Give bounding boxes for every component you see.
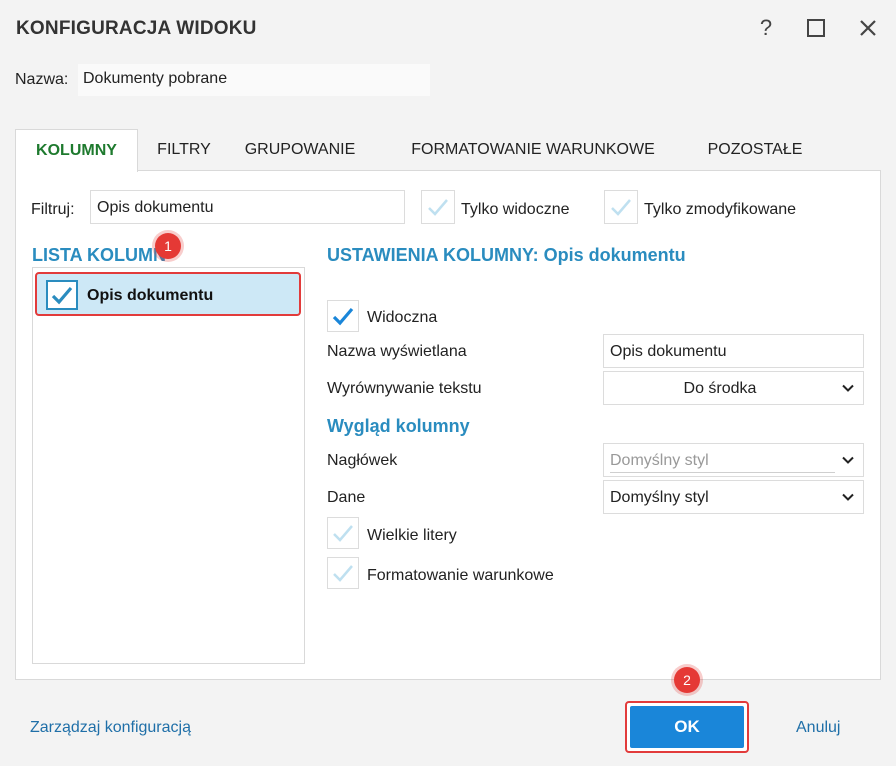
display-name-input[interactable]: Opis dokumentu	[603, 334, 864, 368]
chevron-down-icon	[842, 456, 854, 464]
list-item-label: Opis dokumentu	[87, 287, 214, 304]
step-badge-2: 2	[674, 667, 700, 693]
check-icon	[611, 199, 631, 216]
uppercase-checkbox[interactable]	[327, 517, 359, 549]
only-visible-label: Tylko widoczne	[461, 201, 570, 218]
alignment-value: Do środka	[683, 380, 757, 397]
header-style-value: Domyślny styl	[610, 452, 709, 469]
tab-formatowanie-warunkowe[interactable]: FORMATOWANIE WARUNKOWE	[395, 129, 671, 172]
check-icon	[428, 199, 448, 216]
header-style-label: Nagłówek	[327, 452, 398, 469]
ok-button[interactable]: OK	[625, 701, 749, 753]
chevron-down-icon	[842, 493, 854, 501]
list-item[interactable]: Opis dokumentu	[35, 272, 301, 316]
tab-bar: KOLUMNY FILTRY GRUPOWANIE FORMATOWANIE W…	[15, 129, 881, 172]
maximize-icon[interactable]	[802, 14, 830, 42]
column-settings-title: USTAWIENIA KOLUMNY: Opis dokumentu	[327, 245, 686, 265]
select-underline	[610, 472, 835, 473]
step-badge-1: 1	[155, 233, 181, 259]
only-modified-checkbox[interactable]	[604, 190, 638, 224]
name-input[interactable]: Dokumenty pobrane	[78, 64, 430, 96]
conditional-format-label: Formatowanie warunkowe	[367, 567, 554, 584]
conditional-format-checkbox[interactable]	[327, 557, 359, 589]
close-icon[interactable]	[854, 14, 882, 42]
tab-filtry[interactable]: FILTRY	[145, 129, 223, 172]
visible-checkbox[interactable]	[327, 300, 359, 332]
ok-button-label: OK	[630, 706, 744, 748]
alignment-select[interactable]: Do środka	[603, 371, 864, 405]
check-icon	[333, 565, 353, 582]
tab-kolumny[interactable]: KOLUMNY	[15, 129, 138, 172]
help-icon[interactable]: ?	[752, 14, 780, 42]
visible-label: Widoczna	[367, 309, 438, 326]
appearance-title: Wygląd kolumny	[327, 416, 470, 436]
header-style-select[interactable]: Domyślny styl	[603, 443, 864, 477]
name-label: Nazwa:	[15, 71, 69, 88]
tab-grupowanie[interactable]: GRUPOWANIE	[235, 129, 365, 172]
column-list	[32, 267, 305, 664]
column-list-title: LISTA KOLUMN	[32, 245, 166, 265]
column-visible-checkbox[interactable]	[46, 280, 78, 310]
only-visible-checkbox[interactable]	[421, 190, 455, 224]
filter-label: Filtruj:	[31, 201, 75, 218]
only-modified-label: Tylko zmodyfikowane	[644, 201, 797, 218]
alignment-label: Wyrównywanie tekstu	[327, 380, 482, 397]
cancel-link[interactable]: Anuluj	[796, 719, 840, 737]
check-icon	[333, 525, 353, 542]
data-style-select[interactable]: Domyślny styl	[603, 480, 864, 514]
chevron-down-icon	[842, 384, 854, 392]
manage-configuration-link[interactable]: Zarządzaj konfiguracją	[30, 719, 191, 737]
title-bar: KONFIGURACJA WIDOKU ?	[0, 0, 896, 58]
data-style-label: Dane	[327, 489, 366, 506]
tab-pozostale[interactable]: POZOSTAŁE	[695, 129, 815, 172]
uppercase-label: Wielkie litery	[367, 527, 457, 544]
check-icon	[51, 286, 73, 305]
check-icon	[332, 307, 354, 326]
data-style-value: Domyślny styl	[610, 489, 709, 506]
window-title: KONFIGURACJA WIDOKU	[16, 18, 257, 39]
display-name-label: Nazwa wyświetlana	[327, 343, 467, 360]
filter-input[interactable]: Opis dokumentu	[90, 190, 405, 224]
